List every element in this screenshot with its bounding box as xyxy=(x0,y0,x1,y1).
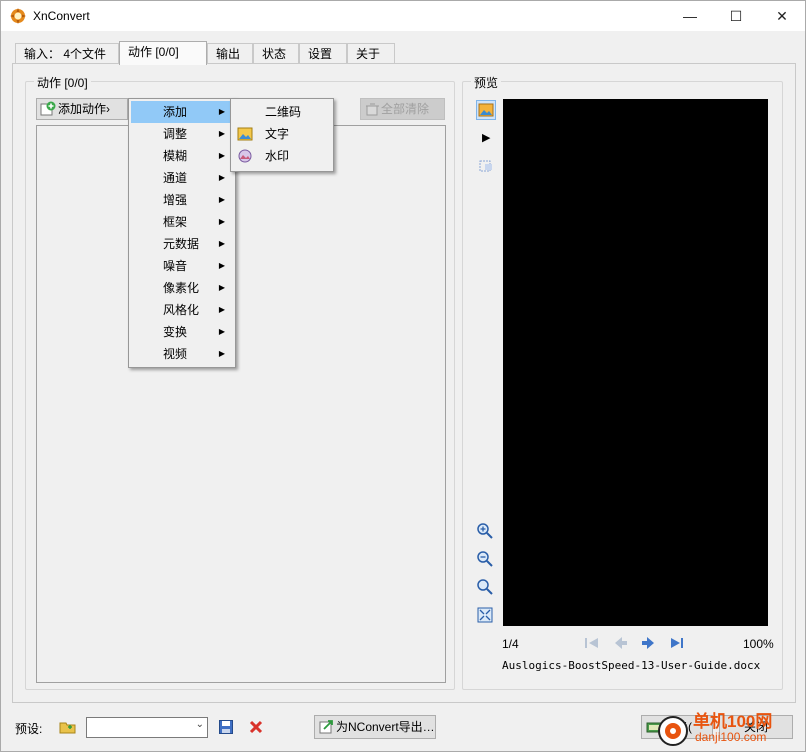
tab-about[interactable]: 关于 xyxy=(347,43,395,64)
tab-input[interactable]: 输入： 4个文件 xyxy=(15,43,119,64)
open-folder-icon[interactable] xyxy=(59,719,77,735)
text-icon xyxy=(237,127,253,141)
menu-item-enhance[interactable]: 增强 ▶ xyxy=(131,189,233,211)
minimize-button[interactable]: — xyxy=(667,1,713,31)
first-page-icon[interactable] xyxy=(583,635,601,651)
submenu-item-label: 文字 xyxy=(265,127,290,141)
fit-to-window-icon[interactable] xyxy=(476,606,494,624)
crop-icon[interactable] xyxy=(477,158,495,176)
submenu-arrow-icon: ▶ xyxy=(218,305,225,314)
zoom-in-icon[interactable] xyxy=(476,522,494,540)
submenu-arrow-icon: ▶ xyxy=(218,173,225,182)
menu-item-label: 风格化 xyxy=(163,303,200,317)
export-label: 为NConvert导出… xyxy=(336,720,435,734)
menu-item-stylize[interactable]: 风格化 ▶ xyxy=(131,299,233,321)
save-icon[interactable] xyxy=(218,719,234,735)
menu-item-label: 调整 xyxy=(163,127,188,141)
submenu-arrow-icon: ▶ xyxy=(218,239,225,248)
watermark-text-url: danji100.com xyxy=(695,730,767,744)
submenu-arrow-icon: ▶ xyxy=(218,107,225,116)
title-bar: XnConvert — ☐ ✕ xyxy=(1,1,805,31)
next-page-icon[interactable] xyxy=(640,635,658,651)
app-window: XnConvert — ☐ ✕ 输入： 4个文件 动作 [0/0] 输出 状态 … xyxy=(0,0,806,752)
clear-all-button[interactable]: 全部清除 xyxy=(360,98,445,120)
menu-item-label: 视频 xyxy=(163,347,188,361)
delete-icon[interactable] xyxy=(248,719,264,735)
submenu-arrow-icon: ▶ xyxy=(218,349,225,358)
submenu-arrow-icon: ▶ xyxy=(218,151,225,160)
menu-item-label: 增强 xyxy=(163,193,188,207)
submenu-arrow-icon: ▶ xyxy=(218,261,225,270)
preview-canvas xyxy=(503,99,768,626)
tab-status[interactable]: 状态 xyxy=(253,43,299,64)
menu-item-add[interactable]: 添加 ▶ xyxy=(131,101,233,123)
site-watermark: 单机100网 danji100.com xyxy=(651,703,801,749)
last-page-icon[interactable] xyxy=(668,635,686,651)
menu-item-blur[interactable]: 模糊 ▶ xyxy=(131,145,233,167)
window-title: XnConvert xyxy=(33,9,90,23)
submenu-arrow-icon: ▶ xyxy=(218,129,225,138)
menu-item-label: 模糊 xyxy=(163,149,188,163)
zoom-out-icon[interactable] xyxy=(476,550,494,568)
menu-item-label: 元数据 xyxy=(163,237,200,251)
watermark-text-cn: 单机100网 xyxy=(693,712,773,731)
submenu-arrow-icon: ▶ xyxy=(218,195,225,204)
submenu-item-label: 水印 xyxy=(265,149,290,163)
page-indicator: 1/4 xyxy=(502,637,519,651)
export-nconvert-button[interactable]: 为NConvert导出… xyxy=(314,715,436,739)
menu-item-label: 像素化 xyxy=(163,281,200,295)
submenu-item-label: 二维码 xyxy=(265,105,302,119)
actions-group-title: 动作 [0/0] xyxy=(34,74,91,91)
maximize-button[interactable]: ☐ xyxy=(713,1,759,31)
zoom-level: 100% xyxy=(743,637,774,651)
submenu-item-watermark[interactable]: 水印 xyxy=(233,145,331,167)
actions-list[interactable] xyxy=(36,125,446,683)
menu-item-pixelize[interactable]: 像素化 ▶ xyxy=(131,277,233,299)
menu-item-label: 添加 xyxy=(163,105,188,119)
menu-item-channel[interactable]: 通道 ▶ xyxy=(131,167,233,189)
submenu-item-qrcode[interactable]: 二维码 xyxy=(233,101,331,123)
preview-filename: Auslogics-BoostSpeed-13-User-Guide.docx xyxy=(502,659,761,672)
tab-settings[interactable]: 设置 xyxy=(299,43,347,64)
zoom-actual-size-icon[interactable] xyxy=(476,578,494,596)
menu-item-video[interactable]: 视频 ▶ xyxy=(131,343,233,365)
tab-output[interactable]: 输出 xyxy=(207,43,253,64)
preview-image-icon[interactable] xyxy=(476,100,496,120)
menu-item-metadata[interactable]: 元数据 ▶ xyxy=(131,233,233,255)
preset-label: 预设: xyxy=(15,722,43,736)
add-action-icon xyxy=(40,101,56,116)
add-action-label: 添加动作› xyxy=(58,102,110,116)
add-action-menu: 添加 ▶ 调整 ▶ 模糊 ▶ 通道 ▶ 增强 ▶ 框架 ▶ 元数据 ▶ 噪音 ▶ 像素化 ▶ 风格… xyxy=(128,98,236,368)
submenu-arrow-icon: ▶ xyxy=(218,217,225,226)
submenu-arrow-icon: ▶ xyxy=(218,283,225,292)
preset-select[interactable]: ⌄ xyxy=(86,717,208,738)
watermark-logo-icon xyxy=(658,716,688,746)
export-icon xyxy=(319,720,333,734)
add-action-button[interactable]: 添加动作› xyxy=(36,98,128,120)
close-window-button[interactable]: ✕ xyxy=(759,1,805,31)
menu-item-label: 变换 xyxy=(163,325,188,339)
watermark-icon xyxy=(238,149,252,163)
menu-item-label: 通道 xyxy=(163,171,188,185)
app-logo-icon xyxy=(10,8,26,24)
play-arrow-icon[interactable]: ▶ xyxy=(482,131,490,144)
menu-item-adjust[interactable]: 调整 ▶ xyxy=(131,123,233,145)
menu-item-label: 框架 xyxy=(163,215,188,229)
tab-actions[interactable]: 动作 [0/0] xyxy=(119,41,207,65)
clear-all-icon xyxy=(366,103,379,116)
prev-page-icon[interactable] xyxy=(611,635,629,651)
add-submenu: 二维码 文字 水印 xyxy=(230,98,334,172)
menu-item-label: 噪音 xyxy=(163,259,188,273)
clear-all-label: 全部清除 xyxy=(381,102,430,116)
preview-group-title: 预览 xyxy=(471,74,502,91)
submenu-arrow-icon: ▶ xyxy=(218,327,225,336)
menu-item-transform[interactable]: 变换 ▶ xyxy=(131,321,233,343)
menu-item-frame[interactable]: 框架 ▶ xyxy=(131,211,233,233)
menu-item-noise[interactable]: 噪音 ▶ xyxy=(131,255,233,277)
submenu-item-text[interactable]: 文字 xyxy=(233,123,331,145)
chevron-down-icon: ⌄ xyxy=(195,719,204,730)
